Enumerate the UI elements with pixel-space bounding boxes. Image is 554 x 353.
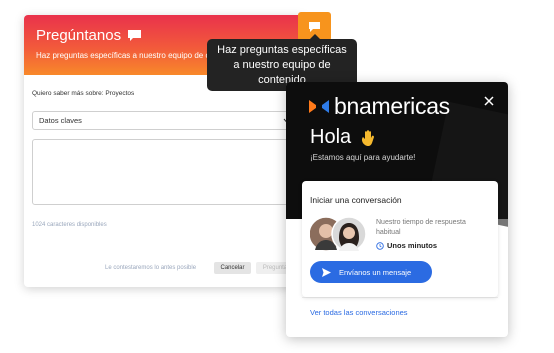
- team-avatars: [310, 216, 367, 252]
- brand-logo: bnamericas: [308, 93, 450, 120]
- send-icon: [322, 267, 331, 277]
- cancel-button[interactable]: Cancelar: [214, 262, 251, 274]
- question-textarea[interactable]: [32, 139, 296, 205]
- response-time-value: Unos minutos: [387, 241, 437, 250]
- tooltip-line-1: Haz preguntas específicas: [217, 44, 347, 56]
- topic-select-value: Datos claves: [39, 116, 82, 125]
- chat-bubble-icon: [128, 30, 142, 41]
- send-message-button[interactable]: Envíanos un mensaje: [310, 261, 432, 283]
- chars-available: 1024 caracteres disponibles: [32, 222, 107, 228]
- close-icon[interactable]: [484, 96, 494, 106]
- conversation-title: Iniciar una conversación: [310, 195, 402, 205]
- greeting-text: Hola: [310, 126, 352, 148]
- conversation-card: Iniciar una conversación Nuestro tiempo …: [302, 181, 498, 297]
- form-title-text: Pregúntanos: [36, 27, 122, 44]
- clock-icon: [376, 241, 384, 250]
- chat-bubble-icon: [309, 21, 320, 32]
- greeting: Hola: [310, 126, 379, 149]
- chat-widget: bnamericas Hola ¡Estamos aquí para ayuda…: [286, 82, 508, 337]
- brand-name: bnamericas: [334, 93, 450, 119]
- reply-note: Le contestaremos lo antes posible: [105, 265, 197, 271]
- see-all-conversations-link[interactable]: Ver todas las conversaciones: [310, 308, 408, 317]
- send-message-label: Envíanos un mensaje: [339, 267, 412, 277]
- divider: [302, 297, 498, 298]
- tooltip-line-2: a nuestro equipo de: [233, 59, 331, 71]
- response-time: Unos minutos: [376, 241, 437, 250]
- topic-select[interactable]: Datos claves: [32, 111, 296, 130]
- bnamericas-logo-icon: [309, 100, 329, 113]
- help-text: ¡Estamos aquí para ayudarte!: [310, 153, 416, 162]
- response-time-label: Nuestro tiempo de respuesta habitual: [376, 219, 466, 236]
- topic-label: Quiero saber más sobre: Proyectos: [32, 90, 135, 97]
- waving-hand-icon: [362, 129, 375, 146]
